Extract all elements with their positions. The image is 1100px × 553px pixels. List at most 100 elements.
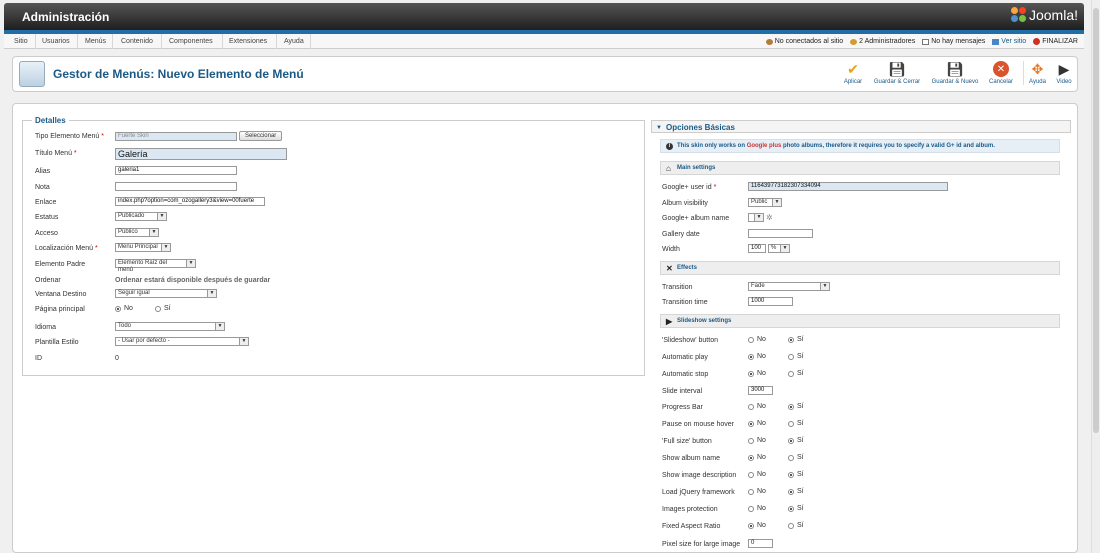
effects-header[interactable]: ✕ Effects <box>660 261 1060 275</box>
transition-select[interactable]: Fade ▼ <box>748 282 830 291</box>
status-messages: No hay mensajes <box>922 38 985 45</box>
main-settings-header[interactable]: ⌂ Main settings <box>660 161 1060 175</box>
location-select[interactable]: Menu Principal ▼ <box>115 243 171 252</box>
help-button[interactable]: ✥ Ayuda <box>1023 61 1051 85</box>
aspect-yes-radio[interactable] <box>787 522 794 529</box>
show-album-yes-radio[interactable] <box>787 454 794 461</box>
language-select[interactable]: Todo ▼ <box>115 322 225 331</box>
home-icon: ⌂ <box>666 164 671 173</box>
field-parent: Elemento Padre Elemento Raíz del menú ▼ <box>35 259 635 273</box>
order-text: Ordenar estará disponible después de gua… <box>115 277 271 284</box>
basic-options-header[interactable]: ▼ Opciones Básicas <box>651 120 1071 133</box>
pause-yes-radio[interactable] <box>787 420 794 427</box>
jquery-yes-radio[interactable] <box>787 488 794 495</box>
show-album-no-radio[interactable] <box>748 454 754 461</box>
joomla-logo-text: Joomla! <box>1028 7 1078 23</box>
menu-componentes[interactable]: Componentes <box>169 38 213 45</box>
menu-usuarios[interactable]: Usuarios <box>42 38 70 45</box>
field-target: Ventana Destino Seguir igual ▼ <box>35 289 635 300</box>
field-location: Localización Menú * Menu Principal ▼ <box>35 243 635 254</box>
opt-userid: Google+ user id * 116439773182307334094 <box>662 182 1062 193</box>
save-close-button[interactable]: 💾︎ Guardar & Cerrar <box>870 61 924 86</box>
album-name-select[interactable]: ▼ <box>748 213 764 222</box>
menu-divider <box>276 34 277 49</box>
menu-menus[interactable]: Menús <box>85 38 106 45</box>
view-site-link[interactable]: Ver sitio <box>992 38 1026 45</box>
autoplay-no-radio[interactable] <box>748 353 754 360</box>
scrollbar-thumb[interactable] <box>1093 8 1099 433</box>
protection-no-radio[interactable] <box>748 505 754 512</box>
show-desc-yes-radio[interactable] <box>787 471 794 478</box>
autoplay-yes-radio[interactable] <box>787 353 794 360</box>
field-note: Nota <box>35 182 635 193</box>
slideshow-button-yes-radio[interactable] <box>787 336 794 343</box>
menu-divider <box>310 34 311 49</box>
parent-select[interactable]: Elemento Raíz del menú ▼ <box>115 259 196 273</box>
status-select[interactable]: Publicado ▼ <box>115 212 167 221</box>
triangle-down-icon: ▼ <box>656 125 662 131</box>
gplus-userid-input[interactable]: 116439773182307334094 <box>748 182 948 191</box>
album-visibility-select[interactable]: Public ▼ <box>748 198 782 207</box>
show-desc-no-radio[interactable] <box>748 471 754 478</box>
tools-icon: ✕ <box>666 264 673 273</box>
details-legend: Detalles <box>32 116 69 125</box>
protection-yes-radio[interactable] <box>787 505 794 512</box>
video-button[interactable]: ▶ Video <box>1053 61 1075 86</box>
opt-transition-time: Transition time 1000 <box>662 297 1062 308</box>
home-no-radio[interactable] <box>115 305 121 312</box>
alias-input[interactable]: galeria1 <box>115 166 237 175</box>
apply-button[interactable]: ✔ Aplicar <box>839 61 867 86</box>
users-icon <box>850 38 858 45</box>
opt-aspect: Fixed Aspect Ratio No Sí <box>662 522 804 530</box>
field-link: Enlace index.php?option=com_ozogallery3&v… <box>35 197 635 208</box>
menu-divider <box>35 34 36 49</box>
chevron-down-icon: ▼ <box>186 260 195 267</box>
main-menu: Sitio Usuarios Menús Contenido Component… <box>4 34 1084 49</box>
chevron-down-icon: ▼ <box>779 245 789 252</box>
fullsize-no-radio[interactable] <box>748 437 754 444</box>
slide-interval-input[interactable]: 3000 <box>748 386 773 395</box>
opt-jquery: Load jQuery framework No Sí <box>662 488 804 496</box>
opt-pixel-size: Pixel size for large image 0 <box>662 539 1062 550</box>
target-select[interactable]: Seguir igual ▼ <box>115 289 217 298</box>
width-unit-select[interactable]: % ▼ <box>767 244 790 253</box>
pixel-size-input[interactable]: 0 <box>748 539 773 548</box>
chevron-down-icon: ▼ <box>207 290 216 297</box>
transition-time-input[interactable]: 1000 <box>748 297 793 306</box>
fullsize-yes-radio[interactable] <box>787 437 794 444</box>
note-input[interactable] <box>115 182 237 191</box>
menu-title-input[interactable]: Galería <box>115 148 287 160</box>
progress-yes-radio[interactable] <box>787 403 794 410</box>
home-yes-radio[interactable] <box>154 305 161 312</box>
width-input[interactable]: 100 <box>748 244 766 253</box>
user-icon <box>765 38 773 45</box>
slideshow-button-no-radio[interactable] <box>748 336 754 343</box>
access-select[interactable]: Público ▼ <box>115 228 159 237</box>
id-value: 0 <box>115 355 119 362</box>
menu-ayuda[interactable]: Ayuda <box>284 38 304 45</box>
pause-no-radio[interactable] <box>748 420 754 427</box>
save-new-button[interactable]: 💾︎ Guardar & Nuevo <box>929 61 981 86</box>
autostop-no-radio[interactable] <box>748 370 754 377</box>
opt-album: Google+ album name ▼ ✲ <box>662 213 773 222</box>
slideshow-settings-header[interactable]: ▶ Slideshow settings <box>660 314 1060 328</box>
opt-protection: Images protection No Sí <box>662 505 804 513</box>
gallery-date-input[interactable] <box>748 229 813 238</box>
select-type-button[interactable]: Seleccionar <box>238 131 283 141</box>
aspect-no-radio[interactable] <box>748 522 754 529</box>
cancel-button[interactable]: ✕ Cancelar <box>986 61 1016 85</box>
jquery-no-radio[interactable] <box>748 488 754 495</box>
menu-extensiones[interactable]: Extensiones <box>229 38 267 45</box>
opt-show-album: Show album name No Sí <box>662 454 804 462</box>
field-status: Estatus Publicado ▼ <box>35 212 635 223</box>
chevron-down-icon: ▼ <box>820 283 829 290</box>
menu-contenido[interactable]: Contenido <box>121 38 153 45</box>
template-select[interactable]: - Usar por defecto - ▼ <box>115 337 249 346</box>
logout-link[interactable]: FINALIZAR <box>1033 38 1078 45</box>
menu-manager-icon <box>19 61 45 87</box>
page-scrollbar[interactable] <box>1091 0 1100 553</box>
menu-sitio[interactable]: Sitio <box>14 38 28 45</box>
autostop-yes-radio[interactable] <box>787 370 794 377</box>
progress-no-radio[interactable] <box>748 403 754 410</box>
chevron-down-icon: ▼ <box>215 323 224 330</box>
